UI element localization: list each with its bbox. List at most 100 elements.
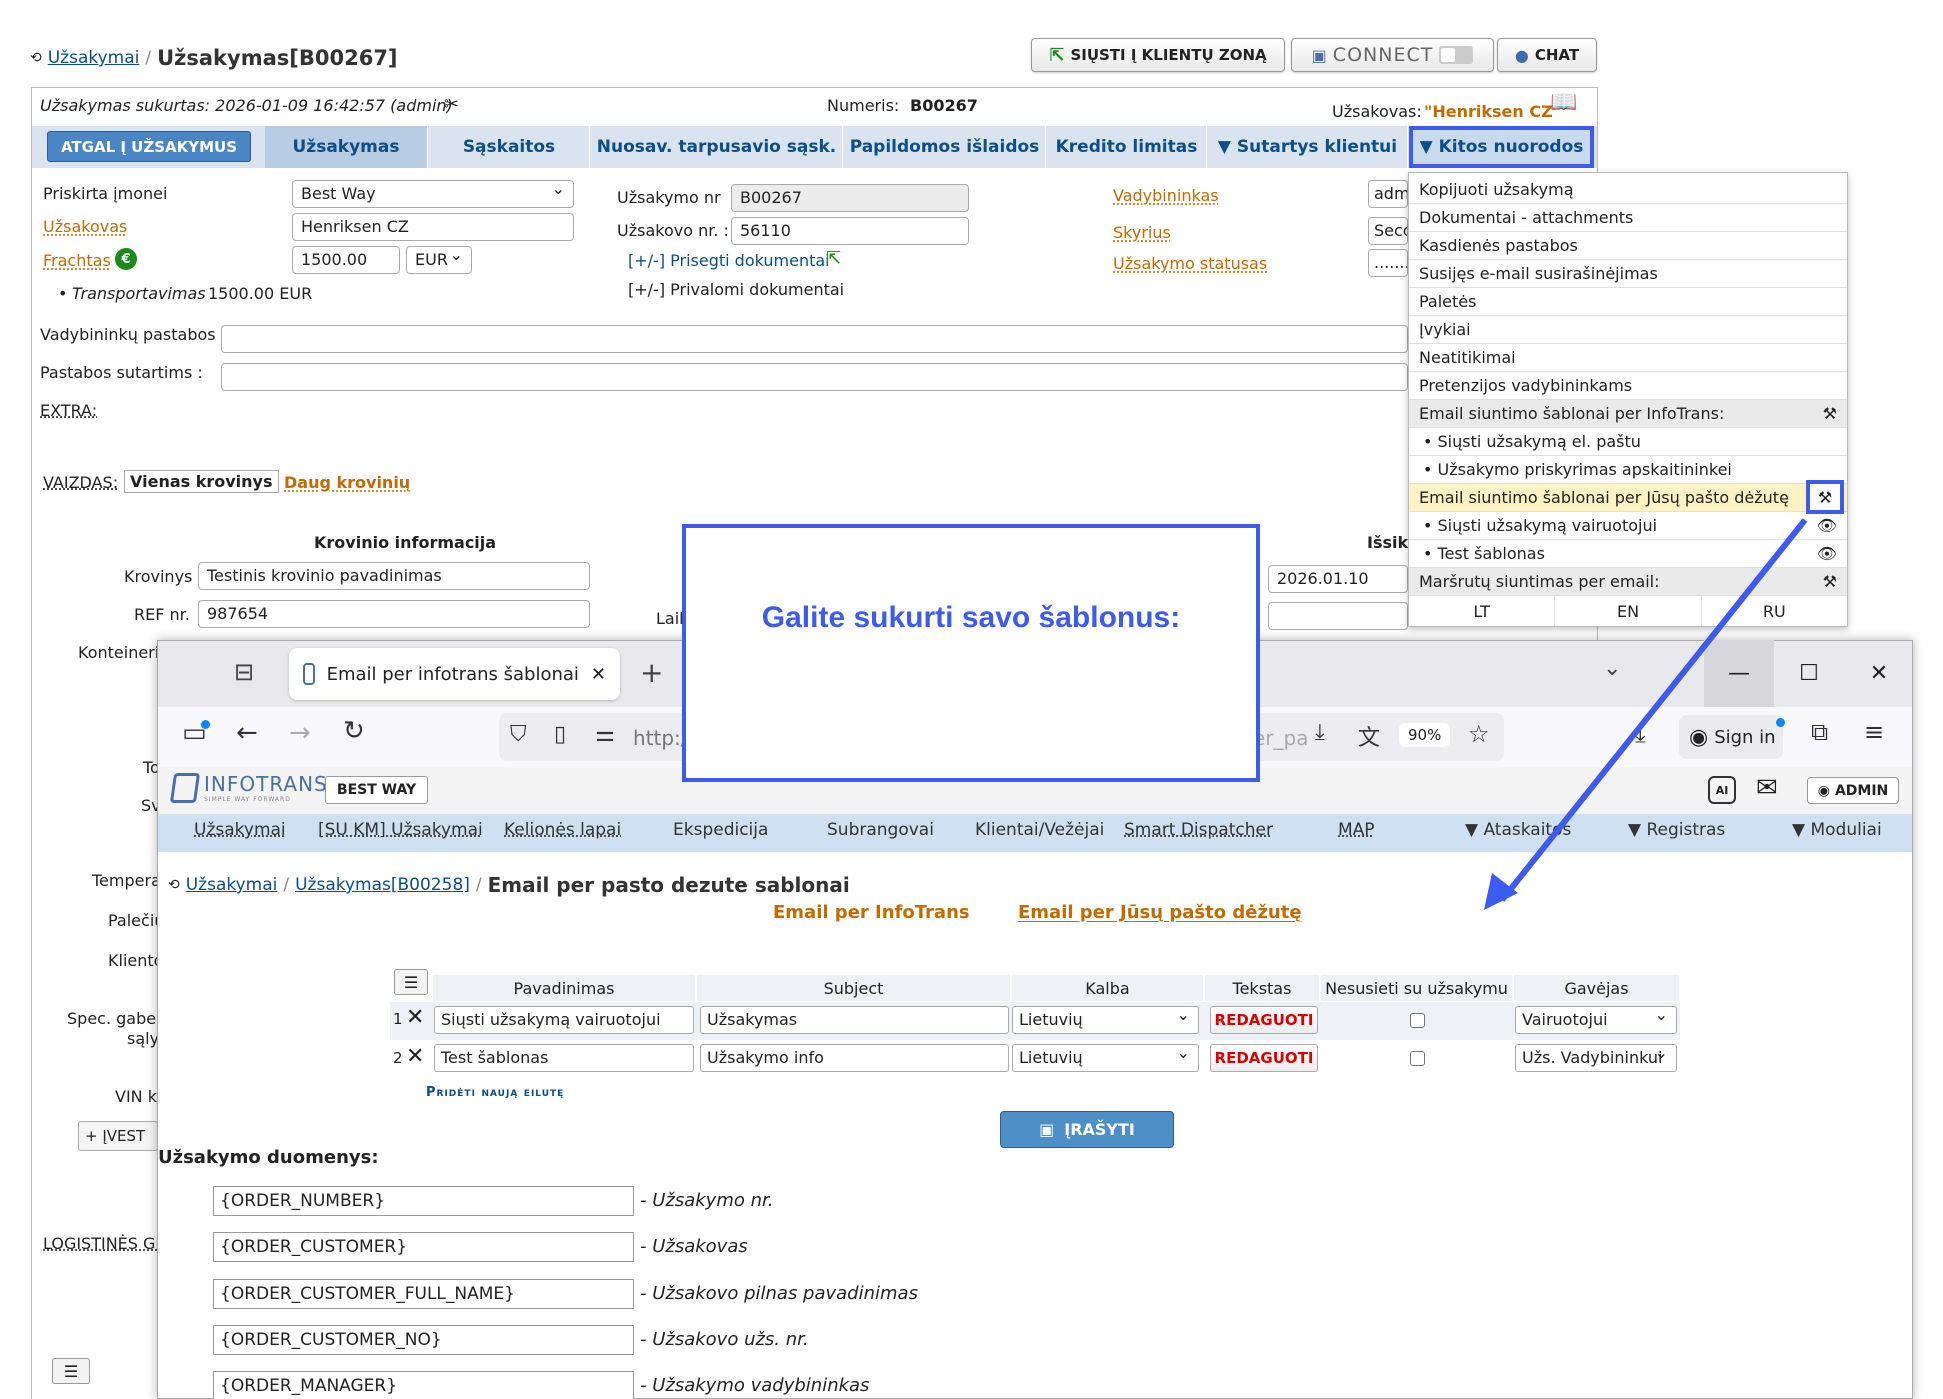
freight-input[interactable]: 1500.00	[292, 246, 400, 274]
share-icon[interactable]: ⇱	[826, 248, 841, 269]
back-to-orders-button[interactable]: ATGAL Į UŽSAKYMUS	[47, 131, 251, 162]
menu-daily-notes[interactable]: Kasdienės pastabos	[1409, 232, 1847, 260]
unlinked-checkbox[interactable]	[1410, 1051, 1425, 1066]
unlinked-checkbox[interactable]	[1410, 1013, 1425, 1028]
customer-value[interactable]: "Henriksen CZ"	[1424, 102, 1561, 121]
menu-send-by-email[interactable]: • Siųsti užsakymą el. paštu	[1409, 428, 1847, 456]
forward-icon[interactable]: →	[289, 718, 311, 748]
nav-clients[interactable]: Klientai/Vežėjai	[975, 820, 1104, 840]
close-window-button[interactable]: ✕	[1844, 640, 1914, 707]
switch-infotrans-link[interactable]: Email per InfoTrans	[773, 902, 970, 923]
currency-select[interactable]: EUR	[406, 246, 472, 274]
url-text-right[interactable]: er_pa	[1253, 726, 1308, 750]
placeholder-code[interactable]: {ORDER_MANAGER}	[213, 1371, 634, 1399]
new-tab-icon[interactable]: +	[640, 656, 663, 689]
manager-link[interactable]: Vadybininkas	[1113, 186, 1219, 205]
customer-link[interactable]: Užsakovas	[43, 217, 127, 236]
eye-icon[interactable]: 👁	[1817, 516, 1837, 535]
recipient-select[interactable]: Užs. Vadybininkui	[1515, 1044, 1677, 1072]
menu-documents[interactable]: Dokumentai - attachments	[1409, 204, 1847, 232]
attach-docs-link[interactable]: [+/-] Prisegti dokumentai	[628, 251, 830, 270]
enter-button[interactable]: + ĮVEST	[78, 1121, 158, 1151]
menu-toggle-button[interactable]: ☰	[52, 1358, 90, 1384]
back-icon[interactable]: ←	[236, 718, 258, 748]
bookmark-star-icon[interactable]: ☆	[1468, 720, 1490, 748]
shield-icon[interactable]: ⛉	[510, 722, 527, 747]
ai-icon[interactable]: AI	[1708, 776, 1736, 804]
menu-claims[interactable]: Pretenzijos vadybininkams	[1409, 372, 1847, 400]
template-language-select[interactable]: Lietuvių	[1012, 1006, 1199, 1034]
nav-expedition[interactable]: Ekspedicija	[673, 820, 768, 840]
customer-input[interactable]: Henriksen CZ	[292, 213, 574, 241]
table-menu-button[interactable]: ☰	[394, 969, 428, 995]
menu-nonconformities[interactable]: Neatitikimai	[1409, 344, 1847, 372]
unload-input-2[interactable]	[1268, 602, 1408, 630]
contract-notes-input[interactable]	[221, 363, 1408, 391]
menu-test-template[interactable]: • Test šablonas 👁	[1409, 540, 1847, 568]
required-docs-link[interactable]: [+/-] Privalomi dokumentai	[628, 280, 844, 299]
template-subject-input[interactable]: Užsakymas	[700, 1006, 1009, 1034]
template-name-input[interactable]: Siųsti užsakymą vairuotojui	[434, 1006, 694, 1034]
view-multi-link[interactable]: Daug krovinių	[284, 473, 410, 492]
chat-button[interactable]: ● CHAT	[1497, 38, 1597, 72]
tools-icon[interactable]: ✂	[444, 94, 459, 115]
download-page-icon[interactable]: ⤓	[1315, 720, 1325, 745]
tools-icon[interactable]: ⚒	[1806, 480, 1844, 514]
menu-assign-accountant[interactable]: • Užsakymo priskyrimas apskaitininkei	[1409, 456, 1847, 484]
placeholder-code[interactable]: {ORDER_NUMBER}	[213, 1186, 634, 1216]
assigned-select[interactable]: Best Way	[292, 180, 574, 208]
cust-nr-input[interactable]: 56110	[731, 217, 969, 245]
edit-text-button[interactable]: REDAGUOTI	[1210, 1006, 1318, 1034]
menu-events[interactable]: Įvykiai	[1409, 316, 1847, 344]
menu-related-email[interactable]: Susijęs e-mail susirašinėjimas	[1409, 260, 1847, 288]
tab-extra-costs[interactable]: Papildomos išlaidos	[844, 126, 1046, 168]
app-breadcrumb-orders[interactable]: Užsakymai	[186, 875, 278, 895]
tab-order[interactable]: Užsakymas	[265, 126, 428, 168]
zoom-badge[interactable]: 90%	[1399, 723, 1451, 747]
tab-invoices[interactable]: Sąskaitos	[429, 126, 590, 168]
extensions-icon[interactable]: ⧉	[1811, 718, 1828, 746]
browser-tab[interactable]: Email per infotrans šablonai ✕	[289, 648, 620, 700]
admin-button[interactable]: ◉ ADMIN	[1807, 777, 1899, 804]
tab-credit-limit[interactable]: Kredito limitas	[1047, 126, 1207, 168]
save-button[interactable]: ▣ ĮRAŠYTI	[1000, 1111, 1174, 1148]
delete-row-icon[interactable]: ✕	[406, 1005, 424, 1030]
manager-input[interactable]: adm	[1368, 180, 1408, 208]
template-subject-input[interactable]: Užsakymo info	[700, 1044, 1009, 1072]
nav-orders-km[interactable]: [SU KM] Užsakymai	[318, 820, 483, 840]
connect-toggle[interactable]: ▣ CONNECT	[1291, 38, 1494, 72]
mail-icon[interactable]: ✉	[1756, 773, 1778, 803]
downloads-icon[interactable]: ⤓	[1635, 720, 1646, 748]
close-tab-icon[interactable]: ✕	[591, 664, 606, 685]
template-name-input[interactable]: Test šablonas	[434, 1044, 694, 1072]
app-menu-icon[interactable]: ≡	[1864, 718, 1884, 746]
unload-date-input[interactable]: 2026.01.10	[1268, 565, 1408, 593]
lang-lt[interactable]: LT	[1409, 596, 1556, 626]
infotrans-logo[interactable]: INFOTRANS SIMPLE WAY FORWARD	[169, 772, 328, 803]
nav-modules[interactable]: ▼ Moduliai	[1792, 820, 1882, 840]
eye-icon[interactable]: 👁	[1817, 544, 1837, 563]
delete-row-icon[interactable]: ✕	[406, 1044, 424, 1069]
placeholder-code[interactable]: {ORDER_CUSTOMER_NO}	[213, 1325, 634, 1355]
reload-icon[interactable]: ↻	[343, 716, 365, 746]
nav-trip-sheets[interactable]: Kelionės lapai	[504, 820, 621, 840]
translate-icon[interactable]: 文	[1358, 720, 1380, 752]
page-icon[interactable]: ▯	[554, 722, 566, 747]
tab-overview-icon[interactable]: ⊟	[234, 658, 254, 686]
switch-mailbox-link[interactable]: Email per Jūsų pašto dėžutę	[1018, 902, 1302, 923]
tab-internal-invoices[interactable]: Nuosav. tarpusavio sąsk.	[591, 126, 843, 168]
tools-icon[interactable]: ⚒	[1823, 572, 1837, 591]
nav-orders[interactable]: Užsakymai	[194, 820, 286, 840]
lang-ru[interactable]: RU	[1702, 596, 1847, 626]
send-to-client-zone-button[interactable]: ⇱ SIŲSTI Į KLIENTŲ ZONĄ	[1031, 38, 1285, 72]
nav-registry[interactable]: ▼ Registras	[1628, 820, 1725, 840]
menu-copy-order[interactable]: Kopijuoti užsakymą	[1409, 176, 1847, 204]
menu-send-to-driver[interactable]: • Siųsti užsakymą vairuotojui 👁	[1409, 512, 1847, 540]
department-input[interactable]: Seco	[1368, 217, 1408, 245]
freight-link[interactable]: Frachtas	[43, 251, 111, 270]
status-link[interactable]: Užsakymo statusas	[1113, 254, 1267, 273]
sign-in-button[interactable]: ◉ Sign in	[1679, 715, 1783, 759]
tab-contracts[interactable]: ▼ Sutartys klientui	[1208, 126, 1408, 168]
recipient-select[interactable]: Vairuotojui	[1515, 1006, 1677, 1034]
placeholder-code[interactable]: {ORDER_CUSTOMER}	[213, 1232, 634, 1262]
